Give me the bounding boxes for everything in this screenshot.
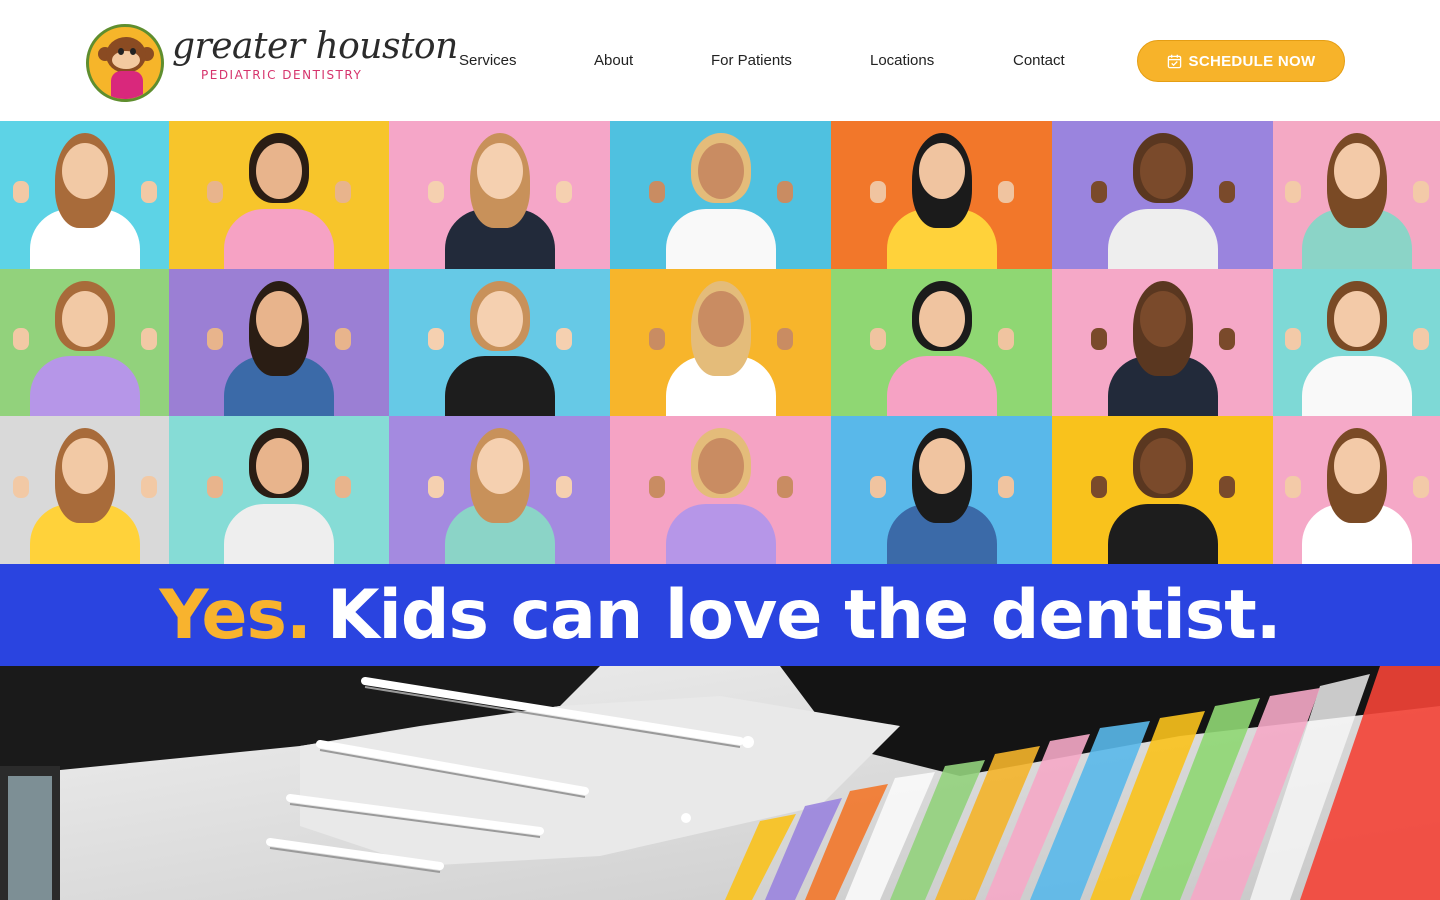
kid-photo-tile: [610, 269, 831, 416]
kid-photo-tile: [169, 416, 389, 564]
office-interior-photo: [0, 666, 1440, 900]
kid-photo-tile: [389, 121, 610, 269]
calendar-icon: [1167, 54, 1181, 68]
headline-text: Kids can love the dentist.: [326, 575, 1282, 655]
kid-photo-tile: [1273, 269, 1440, 416]
kids-photo-grid: [0, 121, 1440, 564]
kid-photo-tile: [0, 416, 169, 564]
kid-photo-tile: [1052, 269, 1273, 416]
nav-services[interactable]: Services: [459, 52, 517, 69]
kid-photo-tile: [0, 121, 169, 269]
kid-photo-tile: [1273, 121, 1440, 269]
kid-photo-tile: [0, 269, 169, 416]
schedule-now-label: SCHEDULE NOW: [1188, 52, 1316, 70]
nav-for-patients[interactable]: For Patients: [711, 52, 792, 69]
kid-photo-tile: [169, 121, 389, 269]
nav-contact[interactable]: Contact: [1013, 52, 1065, 69]
office-interior-image: [0, 666, 1440, 900]
nav-locations[interactable]: Locations: [870, 52, 934, 69]
kid-photo-tile: [1273, 416, 1440, 564]
headline-highlight: Yes.: [159, 575, 311, 655]
kid-photo-tile: [831, 269, 1052, 416]
kid-photo-tile: [610, 121, 831, 269]
kid-photo-tile: [1052, 121, 1273, 269]
hero-headline: Yes. Kids can love the dentist.: [0, 564, 1440, 666]
hero-banner: Yes. Kids can love the dentist.: [0, 564, 1440, 666]
schedule-now-button[interactable]: SCHEDULE NOW: [1137, 40, 1345, 82]
kid-photo-tile: [1052, 416, 1273, 564]
kid-photo-tile: [831, 416, 1052, 564]
kid-photo-tile: [169, 269, 389, 416]
kid-photo-tile: [610, 416, 831, 564]
site-header: greater houston PEDIATRIC DENTISTRY Serv…: [0, 0, 1440, 121]
kid-photo-tile: [389, 416, 610, 564]
kid-photo-tile: [831, 121, 1052, 269]
nav-about[interactable]: About: [594, 52, 633, 69]
kid-photo-tile: [389, 269, 610, 416]
